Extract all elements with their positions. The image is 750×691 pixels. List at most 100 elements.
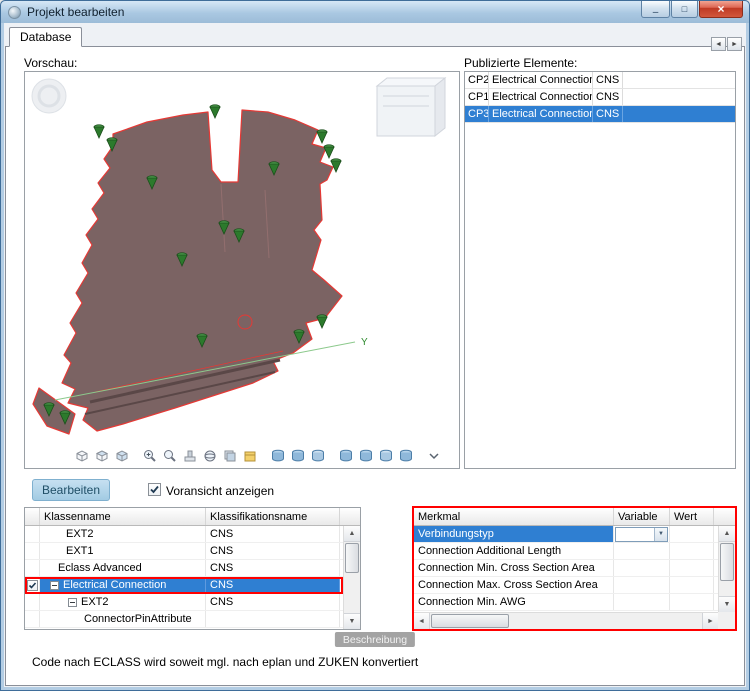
merkmal-name: Connection Min. Cross Section Area: [414, 560, 614, 576]
row-checkbox-checked[interactable]: [27, 580, 38, 591]
scroll-up-button[interactable]: ▲: [344, 526, 360, 542]
merkmal-row-selected[interactable]: Verbindungstyp ▼: [414, 526, 718, 543]
chevron-down-icon[interactable]: [425, 448, 442, 465]
row-checkbox-cell[interactable]: [25, 594, 40, 610]
published-ns: CNS: [593, 72, 623, 88]
edit-button[interactable]: Bearbeiten: [32, 479, 110, 501]
preview-viewport[interactable]: Y: [24, 71, 460, 469]
published-row-selected[interactable]: CP3 Electrical Connection CNS: [465, 106, 735, 123]
published-filler: [623, 72, 735, 88]
header-filler: [340, 508, 360, 525]
zoom-in-icon[interactable]: [141, 448, 158, 465]
front-view-icon[interactable]: [93, 448, 110, 465]
class-name: Eclass Advanced: [58, 562, 142, 574]
collapse-expander-icon[interactable]: [50, 581, 59, 590]
class-row-selected[interactable]: Electrical Connection CNS: [25, 577, 343, 594]
wert-cell[interactable]: [670, 526, 714, 542]
variable-cell[interactable]: [614, 594, 670, 610]
row-checkbox-cell[interactable]: [25, 577, 40, 593]
merkmal-row[interactable]: Connection Min. AWG: [414, 594, 718, 611]
header-klassifikationsname[interactable]: Klassifikationsname: [206, 508, 340, 525]
maximize-button[interactable]: □: [671, 1, 698, 18]
merkmal-table-header: Merkmal Variable Wert: [414, 508, 735, 526]
show-preview-checkbox[interactable]: [148, 483, 161, 496]
published-filler: [623, 106, 735, 122]
section-view-icon[interactable]: [337, 448, 354, 465]
merkmal-hscrollbar[interactable]: ◄ ►: [414, 612, 718, 629]
layers-icon[interactable]: [221, 448, 238, 465]
published-row[interactable]: CP1 Electrical Connection CNS: [465, 89, 735, 106]
close-button[interactable]: ×: [699, 1, 743, 18]
published-elements-table: CP2 Electrical Connection CNS CP1 Electr…: [464, 71, 736, 469]
variable-cell: ▼: [614, 526, 670, 542]
row-checkbox-cell[interactable]: [25, 560, 40, 576]
class-classification: CNS: [206, 594, 340, 610]
class-table-vscrollbar[interactable]: ▲ ▼: [343, 526, 360, 629]
minimize-button[interactable]: –: [641, 1, 670, 18]
variable-cell[interactable]: [614, 543, 670, 559]
header-wert[interactable]: Wert: [670, 508, 714, 525]
merkmal-row[interactable]: Connection Max. Cross Section Area: [414, 577, 718, 594]
header-checkbox-col[interactable]: [25, 508, 40, 525]
scroll-down-button[interactable]: ▼: [719, 596, 735, 612]
header-variable[interactable]: Variable: [614, 508, 670, 525]
nav-left-button[interactable]: ◄: [711, 37, 726, 51]
scroll-thumb[interactable]: [431, 614, 509, 628]
scroll-left-button[interactable]: ◄: [414, 613, 430, 629]
class-name: EXT1: [66, 545, 94, 557]
stamp-icon[interactable]: [181, 448, 198, 465]
scroll-up-button[interactable]: ▲: [719, 526, 735, 542]
section-view-icon[interactable]: [377, 448, 394, 465]
scroll-down-button[interactable]: ▼: [344, 613, 360, 629]
class-row[interactable]: EXT2 CNS: [25, 594, 343, 611]
class-row[interactable]: EXT2 CNS: [25, 526, 343, 543]
window-title: Projekt bearbeiten: [27, 5, 124, 19]
wert-cell[interactable]: [670, 560, 714, 576]
merkmal-vscrollbar[interactable]: ▲ ▼: [718, 526, 735, 612]
header-merkmal[interactable]: Merkmal: [414, 508, 614, 525]
zoom-window-icon[interactable]: [161, 448, 178, 465]
section-view-icon[interactable]: [397, 448, 414, 465]
dropdown-button[interactable]: ▼: [654, 528, 667, 541]
wert-cell[interactable]: [670, 577, 714, 593]
variable-cell[interactable]: [614, 577, 670, 593]
nav-right-button[interactable]: ►: [727, 37, 742, 51]
top-view-icon[interactable]: [113, 448, 130, 465]
published-row[interactable]: CP2 Electrical Connection CNS: [465, 72, 735, 89]
class-row[interactable]: ConnectorPinAttribute: [25, 611, 343, 628]
section-view-icon[interactable]: [269, 448, 286, 465]
show-preview-label: Voransicht anzeigen: [166, 484, 274, 498]
published-ns: CNS: [593, 106, 623, 122]
scroll-thumb[interactable]: [345, 543, 359, 573]
section-view-icon[interactable]: [357, 448, 374, 465]
header-filler: [714, 508, 735, 525]
section-view-icon[interactable]: [289, 448, 306, 465]
row-checkbox-cell[interactable]: [25, 526, 40, 542]
wert-cell[interactable]: [670, 594, 714, 610]
variable-dropdown[interactable]: ▼: [615, 527, 668, 542]
variable-cell[interactable]: [614, 560, 670, 576]
collapse-expander-icon[interactable]: [68, 598, 77, 607]
orbit-icon[interactable]: [201, 448, 218, 465]
class-table-header: Klassenname Klassifikationsname: [25, 508, 360, 526]
merkmal-row[interactable]: Connection Min. Cross Section Area: [414, 560, 718, 577]
materials-icon[interactable]: [241, 448, 258, 465]
merkmal-name: Verbindungstyp: [414, 526, 614, 542]
header-klassenname[interactable]: Klassenname: [40, 508, 206, 525]
scroll-thumb[interactable]: [720, 543, 734, 581]
merkmal-row[interactable]: Connection Additional Length: [414, 543, 718, 560]
iso-view-icon[interactable]: [73, 448, 90, 465]
titlebar[interactable]: Projekt bearbeiten – □ ×: [1, 1, 749, 23]
section-view-icon[interactable]: [309, 448, 326, 465]
published-type: Electrical Connection: [489, 106, 593, 122]
class-row[interactable]: Eclass Advanced CNS: [25, 560, 343, 577]
row-checkbox-cell[interactable]: [25, 543, 40, 559]
description-header-button[interactable]: Beschreibung: [335, 632, 415, 647]
class-classification: CNS: [206, 577, 340, 593]
y-axis-label: Y: [361, 337, 368, 348]
row-checkbox-cell[interactable]: [25, 611, 40, 627]
class-row[interactable]: EXT1 CNS: [25, 543, 343, 560]
scroll-right-button[interactable]: ►: [702, 613, 718, 629]
wert-cell[interactable]: [670, 543, 714, 559]
tab-database[interactable]: Database: [9, 27, 82, 47]
